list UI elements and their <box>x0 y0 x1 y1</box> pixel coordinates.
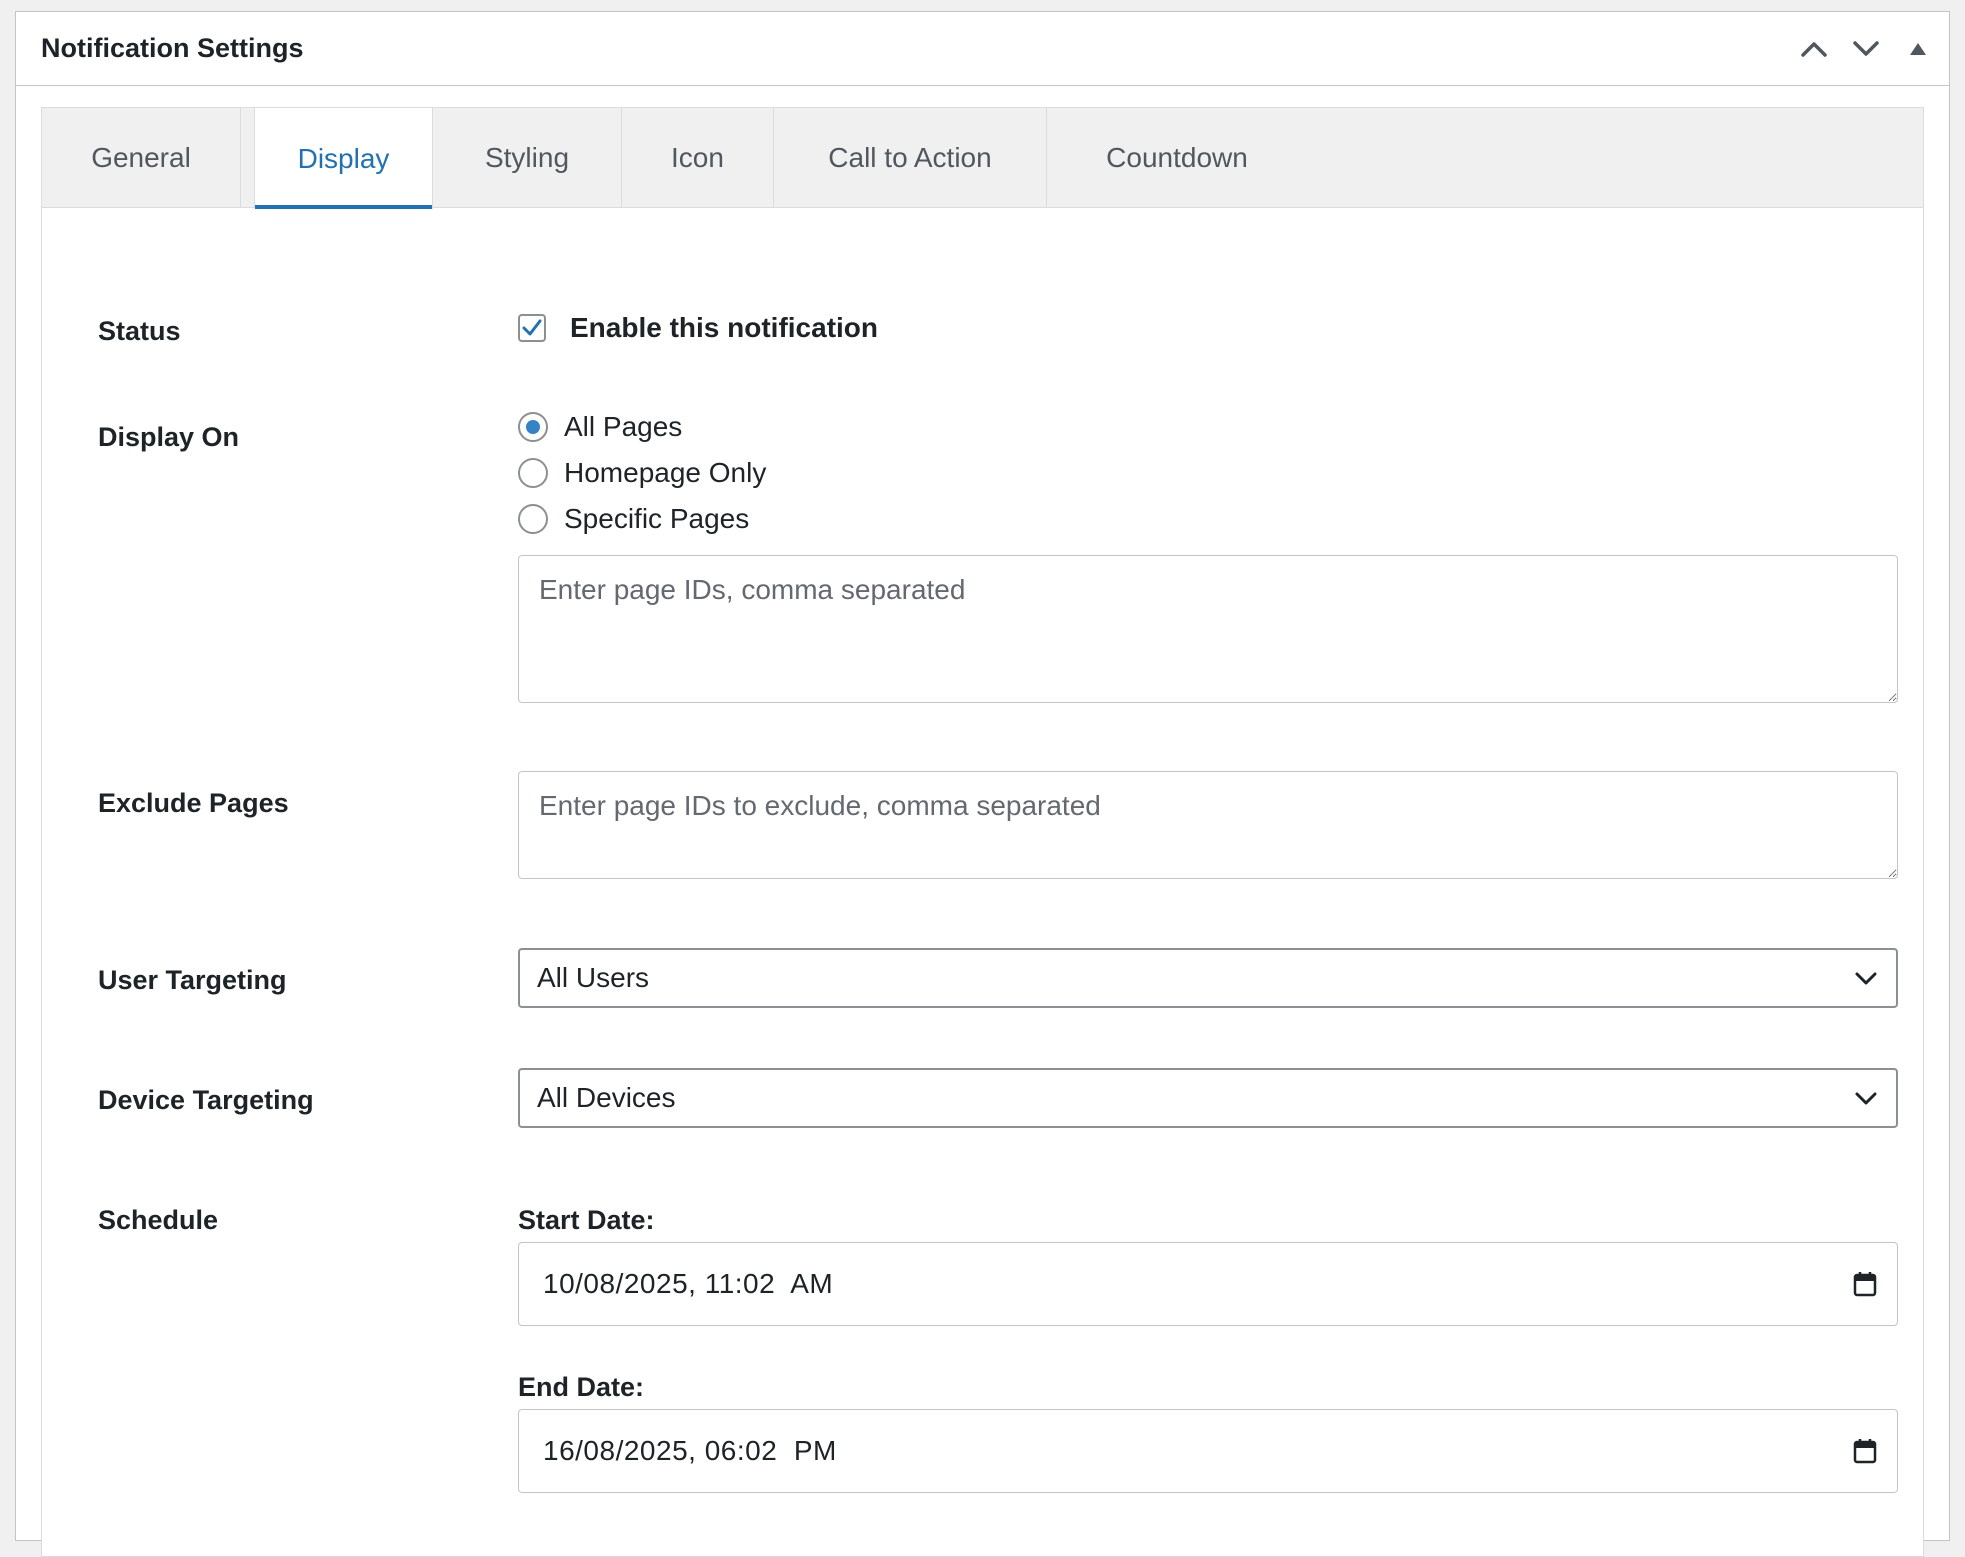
radio-label-homepage-only[interactable]: Homepage Only <box>564 457 766 489</box>
radio-option-all-pages[interactable]: All Pages <box>518 404 766 450</box>
radio-all-pages[interactable] <box>518 412 548 442</box>
display-on-field: All Pages Homepage Only Specific Pages <box>518 404 766 542</box>
notification-settings-box: Notification Settings General Display St… <box>15 11 1950 1557</box>
end-date-input[interactable]: 16/08/2025, 06:02 PM <box>518 1409 1898 1493</box>
display-on-label: Display On <box>98 422 240 452</box>
radio-selected-dot <box>526 420 540 434</box>
checkmark-icon <box>522 319 542 336</box>
enable-notification-label[interactable]: Enable this notification <box>570 312 878 344</box>
tab-display[interactable]: Display <box>255 108 433 209</box>
status-field: Enable this notification <box>518 312 878 344</box>
tab-countdown[interactable]: Countdown <box>1047 108 1307 207</box>
toggle-panel-button[interactable] <box>1899 30 1937 68</box>
exclude-pages-label: Exclude Pages <box>98 788 289 818</box>
schedule-label: Schedule <box>98 1205 219 1235</box>
device-targeting-value: All Devices <box>537 1082 676 1113</box>
start-date-input[interactable]: 10/08/2025, 11:02 AM <box>518 1242 1898 1326</box>
header-actions <box>1795 30 1937 68</box>
tab-general[interactable]: General <box>42 108 241 207</box>
device-targeting-select[interactable]: All Devices <box>518 1068 1898 1128</box>
radio-label-all-pages[interactable]: All Pages <box>564 411 682 443</box>
user-targeting-field: All Users <box>518 948 1898 1008</box>
chevron-up-icon <box>1801 41 1827 57</box>
user-targeting-label: User Targeting <box>98 965 287 995</box>
tab-call-to-action[interactable]: Call to Action <box>774 108 1047 207</box>
start-date-label: Start Date: <box>518 1205 655 1235</box>
move-down-button[interactable] <box>1847 30 1885 68</box>
specific-pages-textarea[interactable] <box>518 555 1898 703</box>
enable-notification-checkbox[interactable] <box>518 314 546 342</box>
tab-nav: General Display Styling Icon Call to Act… <box>42 108 1923 209</box>
start-date-value: 10/08/2025, 11:02 AM <box>543 1268 834 1299</box>
radio-homepage-only[interactable] <box>518 458 548 488</box>
tab-icon[interactable]: Icon <box>622 108 774 207</box>
device-targeting-label: Device Targeting <box>98 1085 314 1115</box>
box-title: Notification Settings <box>41 33 304 63</box>
exclude-pages-textarea[interactable] <box>518 771 1898 879</box>
device-targeting-field: All Devices <box>518 1068 1898 1128</box>
end-date-field: 16/08/2025, 06:02 PM <box>518 1409 1898 1493</box>
box-header: Notification Settings <box>16 12 1949 86</box>
triangle-up-icon <box>1910 42 1926 55</box>
user-targeting-select[interactable]: All Users <box>518 948 1898 1008</box>
user-targeting-value: All Users <box>537 962 650 993</box>
radio-option-specific-pages[interactable]: Specific Pages <box>518 496 766 542</box>
start-date-field: 10/08/2025, 11:02 AM <box>518 1242 1898 1326</box>
specific-pages-field <box>518 555 1898 708</box>
status-label: Status <box>98 316 181 346</box>
radio-label-specific-pages[interactable]: Specific Pages <box>564 503 749 535</box>
tab-styling[interactable]: Styling <box>433 108 622 207</box>
end-date-label: End Date: <box>518 1372 645 1402</box>
calendar-icon[interactable] <box>1853 1271 1877 1297</box>
chevron-down-icon <box>1853 40 1879 56</box>
calendar-icon[interactable] <box>1853 1438 1877 1464</box>
move-up-button[interactable] <box>1795 30 1833 68</box>
tabs-container: General Display Styling Icon Call to Act… <box>41 107 1924 1557</box>
exclude-pages-field <box>518 771 1898 884</box>
end-date-value: 16/08/2025, 06:02 PM <box>543 1435 837 1466</box>
radio-option-homepage-only[interactable]: Homepage Only <box>518 450 766 496</box>
radio-specific-pages[interactable] <box>518 504 548 534</box>
chevron-down-icon <box>1855 972 1877 985</box>
tab-gap <box>241 108 255 207</box>
chevron-down-icon <box>1855 1092 1877 1105</box>
